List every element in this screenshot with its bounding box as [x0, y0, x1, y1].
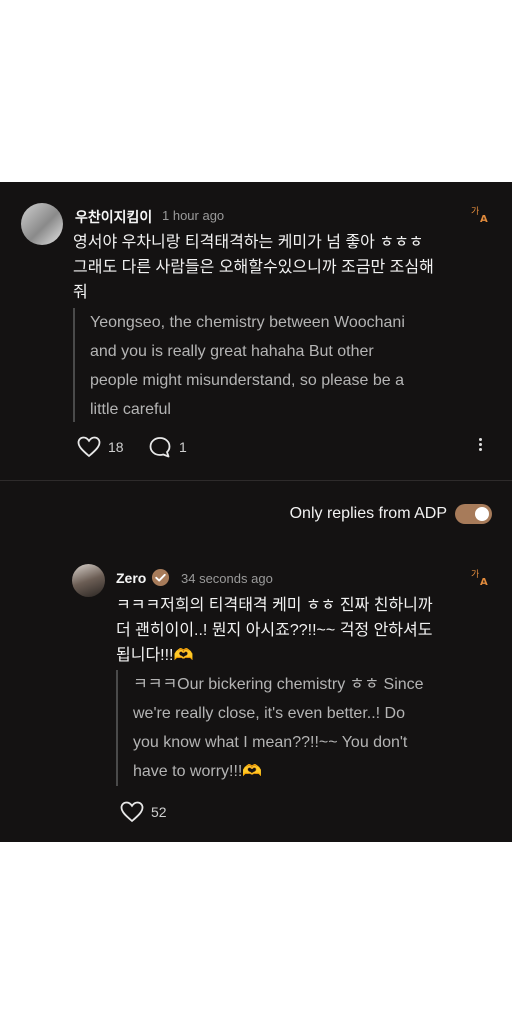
verified-badge-icon	[151, 568, 170, 587]
avatar[interactable]	[21, 203, 63, 245]
filter-label: Only replies from ADP	[289, 505, 447, 522]
comment-text-line: 줘	[73, 284, 88, 301]
heart-icon	[120, 801, 144, 823]
more-options-icon[interactable]	[476, 438, 484, 454]
like-count: 18	[108, 439, 124, 455]
translation-line: Yeongseo, the chemistry between Woochani	[90, 314, 405, 331]
like-button[interactable]: 52	[120, 801, 167, 823]
translation-line: you know what I mean??!!~~ You don't	[133, 734, 408, 751]
translation-line: have to worry!!!🫶	[133, 763, 263, 780]
like-button[interactable]: 18	[77, 436, 124, 458]
reply-count: 1	[179, 439, 187, 455]
translation-quote: Yeongseo, the chemistry between Woochani…	[73, 308, 405, 422]
comment-text: 영서야 우차니랑 티격태격하는 케미가 넘 좋아 ㅎㅎㅎ 그래도 다른 사람들은…	[73, 230, 434, 305]
comments-screen: 우찬이지킴이 1 hour ago 가 A 영서야 우차니랑 티격태격하는 케미…	[0, 182, 512, 842]
reply-text-line: ㅋㅋㅋ저희의 티격태격 케미 ㅎㅎ 진짜 친하니까	[116, 597, 433, 614]
divider	[0, 480, 512, 481]
username[interactable]: 우찬이지킴이	[75, 207, 152, 227]
toggle-knob	[475, 507, 489, 521]
reply-text-line: 됩니다!!!🫶	[116, 647, 194, 664]
comment-text-line: 영서야 우차니랑 티격태격하는 케미가 넘 좋아 ㅎㅎㅎ	[73, 234, 424, 251]
timestamp: 34 seconds ago	[181, 571, 273, 586]
translation-quote: ㅋㅋㅋOur bickering chemistry ㅎㅎ Since we'r…	[116, 670, 424, 786]
translation-line: people might misunderstand, so please be…	[90, 372, 404, 389]
reply-button[interactable]: 1	[148, 436, 187, 458]
reply-text: ㅋㅋㅋ저희의 티격태격 케미 ㅎㅎ 진짜 친하니까 더 괜히이이..! 뭔지 아…	[116, 593, 433, 668]
comment-text-line: 그래도 다른 사람들은 오해할수있으니까 조금만 조심해	[73, 259, 434, 276]
comment-icon	[149, 437, 171, 458]
translation-line: ㅋㅋㅋOur bickering chemistry ㅎㅎ Since	[133, 676, 424, 693]
filter-toggle[interactable]	[455, 504, 492, 524]
reply-text-line: 더 괜히이이..! 뭔지 아시죠??!!~~ 걱정 안하셔도	[116, 622, 433, 639]
timestamp: 1 hour ago	[162, 208, 225, 223]
svg-text:A: A	[480, 214, 488, 223]
username[interactable]: Zero	[116, 570, 146, 586]
translation-line: little careful	[90, 401, 171, 418]
translate-icon[interactable]: 가 A	[471, 568, 491, 586]
svg-text:A: A	[480, 577, 488, 586]
heart-icon	[77, 436, 101, 458]
translation-line: and you is really great hahaha But other	[90, 343, 374, 360]
replies-filter: Only replies from ADP	[290, 504, 492, 524]
translate-icon[interactable]: 가 A	[471, 205, 491, 223]
svg-text:가: 가	[471, 569, 479, 580]
translation-line: we're really close, it's even better..! …	[133, 705, 406, 722]
comment: 우찬이지킴이 1 hour ago 가 A 영서야 우차니랑 티격태격하는 케미…	[0, 182, 512, 480]
like-count: 52	[151, 804, 167, 820]
avatar[interactable]	[72, 564, 105, 597]
svg-text:가: 가	[471, 206, 479, 217]
